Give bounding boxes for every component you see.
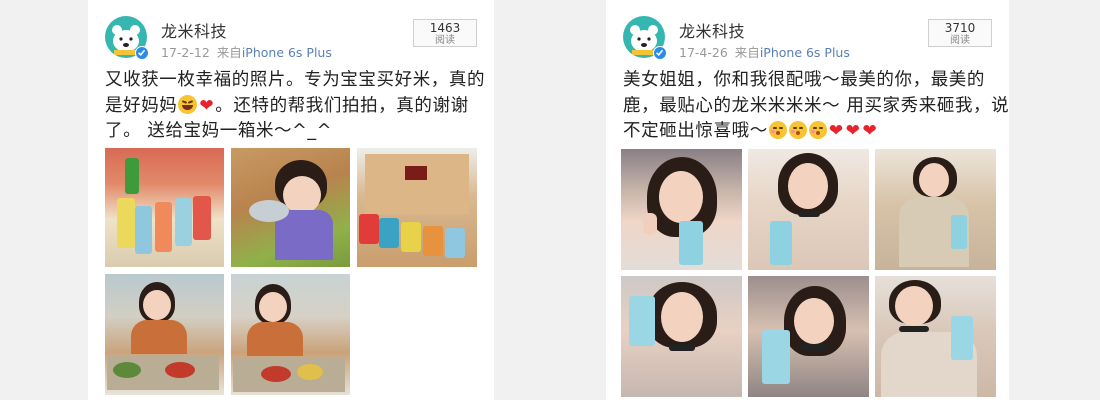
post-photo[interactable] (231, 148, 350, 267)
post-photo[interactable] (105, 274, 224, 395)
laugh-cry-emoji-icon (178, 94, 198, 114)
post-photo[interactable] (748, 149, 869, 270)
post-meta: 17-4-26 来自iPhone 6s Plus (679, 42, 850, 61)
read-count: 1463 (429, 21, 461, 35)
read-count-box: 1463 阅读 (413, 19, 477, 47)
source-prefix: 来自 (734, 45, 760, 60)
post-photo[interactable] (621, 149, 742, 270)
post-date[interactable]: 17-2-12 (161, 45, 210, 60)
weibo-post-card: 龙米科技 17-4-26 来自iPhone 6s Plus 3710 阅读 美女姐… (606, 0, 1009, 400)
post-photo[interactable] (231, 274, 350, 395)
post-meta: 17-2-12 来自iPhone 6s Plus (161, 42, 332, 61)
post-text-line: 鹿，最贴心的龙米米米米～ 用买家秀来砸我，说 (623, 95, 1009, 116)
post-photo[interactable] (875, 149, 996, 270)
post-photo[interactable] (621, 276, 742, 397)
post-text-line: 了。 送给宝妈一箱米～^_^ (105, 121, 333, 141)
blushing-kiss-emoji-icon (768, 121, 787, 139)
post-photo[interactable] (105, 148, 224, 267)
source-prefix: 来自 (216, 45, 242, 60)
read-label: 阅读 (435, 35, 455, 46)
verified-badge-icon (135, 46, 149, 60)
post-photo[interactable] (748, 276, 869, 397)
blushing-kiss-emoji-icon (808, 121, 827, 139)
post-photo[interactable] (357, 148, 477, 267)
verified-badge-icon (653, 46, 667, 60)
author-name[interactable]: 龙米科技 (161, 18, 227, 42)
red-heart-emoji-icon: ❤ (828, 121, 844, 141)
author-name[interactable]: 龙米科技 (679, 18, 745, 42)
post-photo[interactable] (875, 276, 996, 397)
post-text-line: 美女姐姐，你和我很配哦～最美的你，最美的 (623, 70, 985, 90)
red-heart-emoji-icon: ❤ (862, 121, 878, 141)
source-link[interactable]: iPhone 6s Plus (760, 45, 850, 60)
read-count-box: 3710 阅读 (928, 19, 992, 47)
weibo-post-card: 龙米科技 17-2-12 来自iPhone 6s Plus 1463 阅读 又收获… (88, 0, 494, 400)
red-heart-emoji-icon: ❤ (845, 121, 861, 141)
post-text-line: 不定砸出惊喜哦～ ❤ ❤ ❤ (623, 121, 878, 141)
read-count: 3710 (944, 21, 976, 35)
post-text: 美女姐姐，你和我很配哦～最美的你，最美的 鹿，最贴心的龙米米米米～ 用买家秀来砸… (623, 68, 1009, 145)
post-text-line: 又收获一枚幸福的照片。专为宝宝买好米，真的 (105, 70, 486, 90)
post-text-line: 是好妈妈 ❤。还特的帮我们拍拍，真的谢谢 (105, 94, 469, 116)
post-date[interactable]: 17-4-26 (679, 45, 728, 60)
read-label: 阅读 (950, 35, 970, 46)
source-link[interactable]: iPhone 6s Plus (242, 45, 332, 60)
post-text: 又收获一枚幸福的照片。专为宝宝买好米，真的 是好妈妈 ❤。还特的帮我们拍拍，真的谢… (105, 68, 486, 145)
red-heart-emoji-icon: ❤ (199, 95, 215, 116)
blushing-kiss-emoji-icon (788, 121, 807, 139)
